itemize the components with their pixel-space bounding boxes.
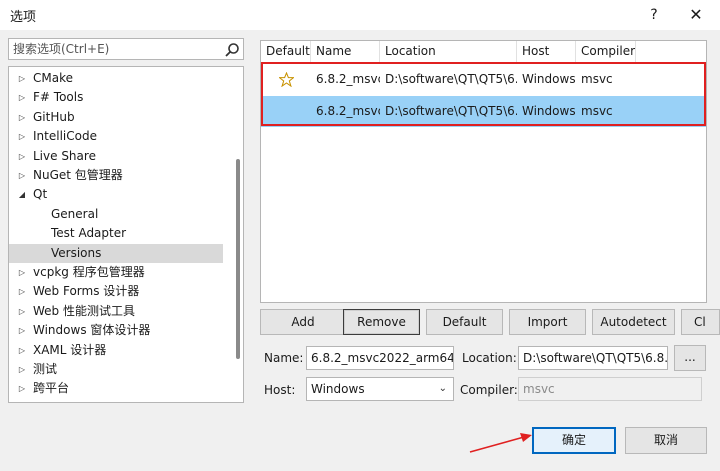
column-header[interactable]: Host <box>517 41 576 62</box>
tree-item[interactable]: ▷ Live Share <box>9 147 223 166</box>
table-row[interactable]: 6.8.2_msvc2022_64 D:\software\QT\QT5\6.8.… <box>261 96 706 127</box>
tree-item[interactable]: ▷ CMake <box>9 69 223 88</box>
column-header[interactable]: Compiler <box>576 41 636 62</box>
tree-scrollbar[interactable] <box>236 159 240 359</box>
tree-item[interactable]: ▷ IntelliCode <box>9 127 223 146</box>
tree-item[interactable]: ▷ GitHub <box>9 108 223 127</box>
tree-item[interactable]: Versions <box>9 243 223 263</box>
column-header[interactable]: Default <box>261 41 311 62</box>
title-bar <box>0 0 720 30</box>
qt-versions-table: Default Name Location Host Compiler 6.8.2_ms… <box>260 40 707 303</box>
expanded-arrow-icon[interactable]: ◢ <box>17 185 27 204</box>
collapsed-arrow-icon[interactable]: ▷ <box>17 302 27 321</box>
tree-item-label: Qt <box>33 187 48 202</box>
tree-item-label: IntelliCode <box>33 129 97 144</box>
cell-location: D:\software\QT\QT5\6.8.2 <box>385 72 517 86</box>
tree-item-label: Windows 窗体设计器 <box>33 323 151 338</box>
tree-item[interactable]: General <box>9 205 223 224</box>
ok-button[interactable]: 确定 <box>532 427 616 454</box>
collapsed-arrow-icon[interactable]: ▷ <box>17 69 27 88</box>
remove-button[interactable]: Remove <box>343 309 420 335</box>
compiler-field: msvc <box>518 377 702 401</box>
search-icon[interactable] <box>224 42 240 58</box>
collapsed-arrow-icon[interactable]: ▷ <box>17 88 27 107</box>
cancel-button[interactable]: 取消 <box>625 427 707 454</box>
column-header[interactable]: Location <box>380 41 517 62</box>
cell-location: D:\software\QT\QT5\6.8.2 <box>385 104 517 118</box>
tree-item[interactable]: ▷ Web 性能测试工具 <box>9 302 223 321</box>
location-label: Location: <box>462 351 517 365</box>
compiler-label: Compiler: <box>460 383 518 397</box>
tree-item-label: NuGet 包管理器 <box>33 168 123 182</box>
autodetect-button[interactable]: Autodetect <box>592 309 675 335</box>
cell-name: 6.8.2_msvc2022_64 <box>316 104 380 118</box>
add-button[interactable]: Add <box>260 309 346 335</box>
collapsed-arrow-icon[interactable]: ▷ <box>17 360 27 379</box>
location-field[interactable]: D:\software\QT\QT5\6.8.2 <box>518 346 668 370</box>
default-button[interactable]: Default <box>426 309 503 335</box>
collapsed-arrow-icon[interactable]: ▷ <box>17 282 27 301</box>
tree-item-label: XAML 设计器 <box>33 342 107 357</box>
browse-button[interactable]: ... <box>674 345 706 371</box>
name-label: Name: <box>264 351 304 365</box>
collapsed-arrow-icon[interactable]: ▷ <box>17 263 27 282</box>
tree-item-label: Web 性能测试工具 <box>33 303 135 318</box>
annotation-arrow-icon <box>469 433 532 453</box>
collapsed-arrow-icon[interactable]: ▷ <box>17 379 27 398</box>
tree-item[interactable]: ▷ 跨平台 <box>9 379 223 398</box>
tree-item-label: Versions <box>51 245 102 260</box>
tree-item[interactable]: ▷ XAML 设计器 <box>9 341 223 360</box>
tree-item-label: Live Share <box>33 148 96 163</box>
tree-item[interactable]: Test Adapter <box>9 224 223 243</box>
cell-compiler: msvc <box>581 72 613 86</box>
cell-compiler: msvc <box>581 104 613 118</box>
tree-item[interactable]: ▷ Windows 窗体设计器 <box>9 321 223 340</box>
options-tree: ▷ CMake ▷ F# Tools ▷ GitHub ▷ IntelliCode ▷ Live … <box>8 66 244 403</box>
tree-item[interactable]: ▷ vcpkg 程序包管理器 <box>9 263 223 282</box>
cell-name: 6.8.2_msvc2022_arm64 <box>316 72 380 86</box>
collapsed-arrow-icon[interactable]: ▷ <box>17 147 27 166</box>
tree-item-label: 测试 <box>33 362 58 376</box>
tree-item-label: Web Forms 设计器 <box>33 284 140 299</box>
tree-item-label: General <box>51 206 99 221</box>
tree-item-label: CMake <box>33 71 73 85</box>
collapsed-arrow-icon[interactable]: ▷ <box>17 321 27 340</box>
tree-item-label: GitHub <box>33 109 75 124</box>
search-input[interactable] <box>11 40 221 58</box>
import-button[interactable]: Import <box>509 309 586 335</box>
clean-button[interactable]: Cl <box>681 309 720 335</box>
column-header[interactable]: Name <box>311 41 380 62</box>
tree-item-label: vcpkg 程序包管理器 <box>33 265 145 279</box>
host-select[interactable]: Windows ⌄ <box>306 377 454 401</box>
close-button[interactable]: ✕ <box>680 4 712 26</box>
table-row[interactable]: 6.8.2_msvc2022_arm64 D:\software\QT\QT5\6… <box>261 64 706 95</box>
tree-item-label: F# Tools <box>33 90 84 105</box>
collapsed-arrow-icon[interactable]: ▷ <box>17 341 27 360</box>
default-star-icon <box>279 72 294 87</box>
host-label: Host: <box>264 383 296 397</box>
help-button[interactable]: ? <box>640 4 668 26</box>
table-header: Default Name Location Host Compiler <box>261 41 706 63</box>
window-title: 选项 <box>10 10 37 25</box>
host-select-value: Windows <box>311 382 365 396</box>
tree-item[interactable]: ◢ Qt <box>9 185 223 204</box>
tree-item[interactable]: ▷ F# Tools <box>9 88 223 107</box>
collapsed-arrow-icon[interactable]: ▷ <box>17 127 27 146</box>
tree-item-label: 跨平台 <box>33 381 70 396</box>
tree-item-label: Test Adapter <box>51 226 127 241</box>
search-box <box>8 38 244 60</box>
collapsed-arrow-icon[interactable]: ▷ <box>17 166 27 185</box>
tree-item[interactable]: ▷ NuGet 包管理器 <box>9 166 223 185</box>
cell-host: Windows <box>522 104 576 118</box>
name-field[interactable]: 6.8.2_msvc2022_arm64 <box>306 346 454 370</box>
tree-item[interactable]: ▷ 测试 <box>9 360 223 379</box>
chevron-down-icon: ⌄ <box>438 383 447 394</box>
tree-item[interactable]: ▷ Web Forms 设计器 <box>9 282 223 301</box>
collapsed-arrow-icon[interactable]: ▷ <box>17 108 27 127</box>
cell-host: Windows <box>522 72 576 86</box>
